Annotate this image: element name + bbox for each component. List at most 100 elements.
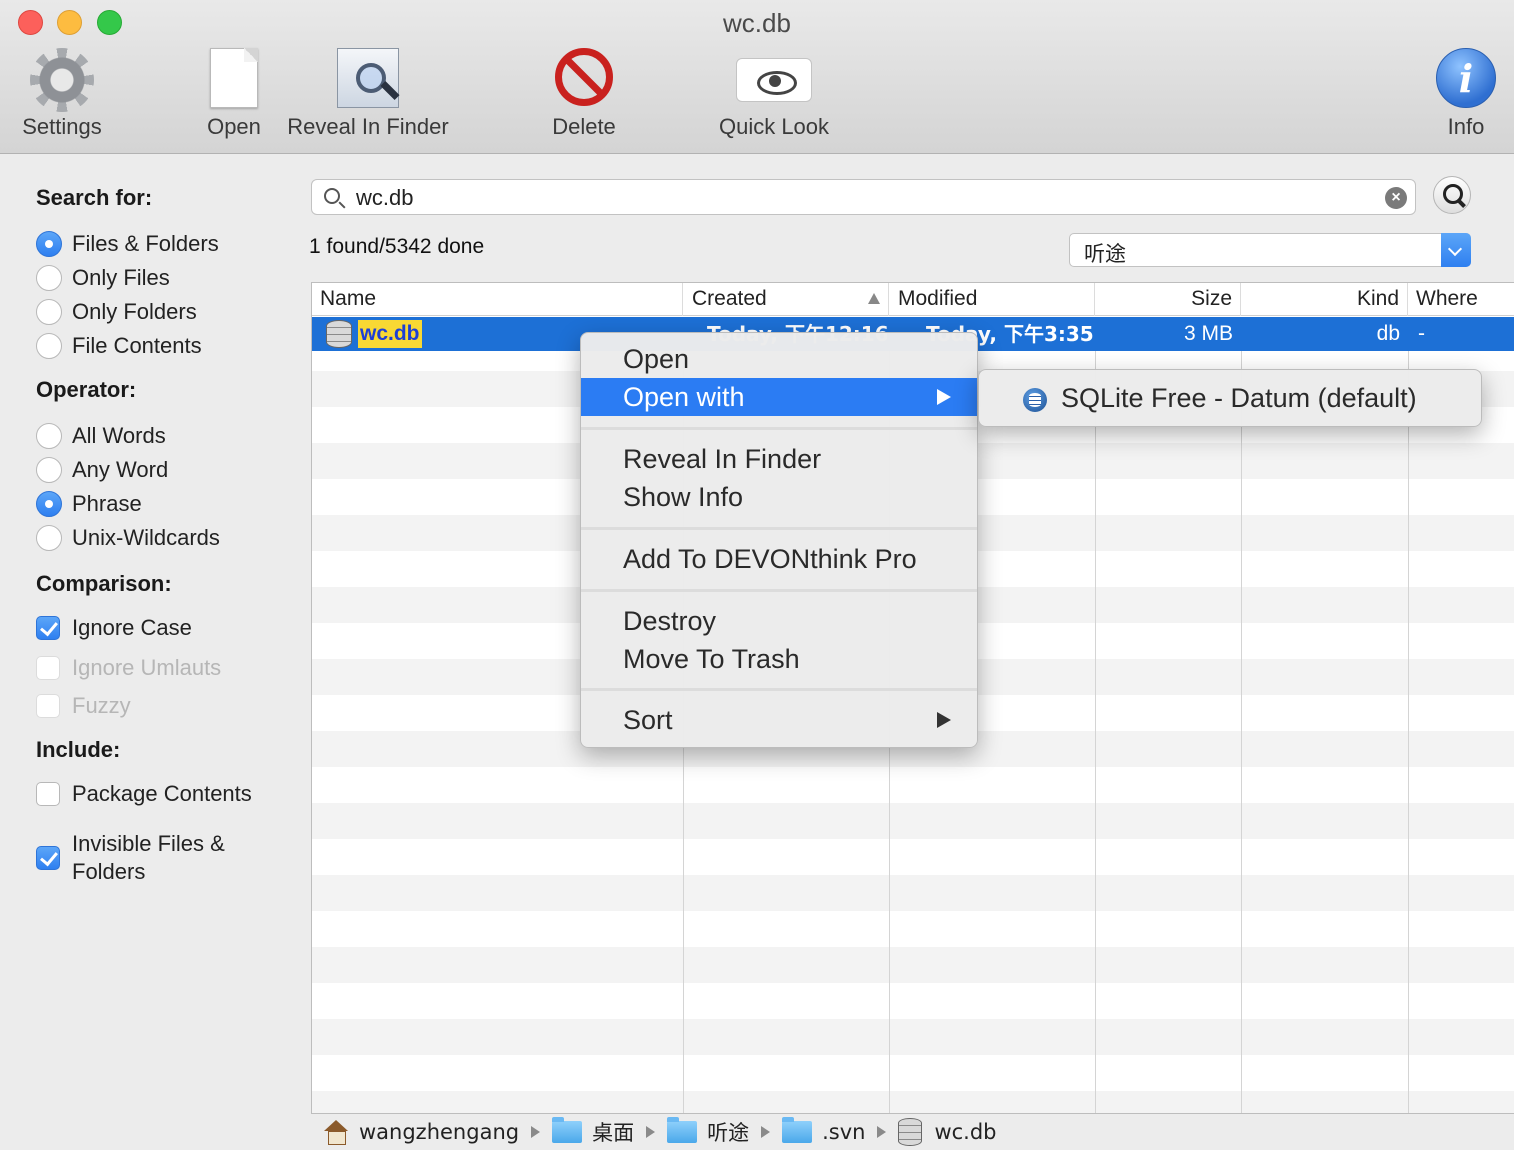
radio-button[interactable]	[36, 423, 62, 449]
column-header-name[interactable]: Name	[312, 283, 683, 316]
column-divider	[1095, 317, 1096, 1113]
radio-button[interactable]	[36, 525, 62, 551]
column-header-created[interactable]: Created	[683, 283, 889, 316]
context-menu: Open Open with Reveal In Finder Show Inf…	[580, 332, 978, 748]
info-icon: i	[1436, 48, 1496, 108]
menu-item-destroy[interactable]: Destroy	[581, 602, 977, 640]
path-separator-icon	[646, 1126, 656, 1138]
quicklook-label: Quick Look	[718, 114, 830, 139]
document-icon	[210, 48, 258, 108]
reveal-in-finder-button[interactable]: Reveal In Finder	[280, 44, 456, 144]
option-label: Only Folders	[72, 299, 197, 324]
database-file-icon	[326, 320, 352, 348]
window-title: wc.db	[723, 8, 791, 38]
path-item-desktop[interactable]: 桌面	[552, 1117, 634, 1147]
path-separator-icon	[877, 1126, 887, 1138]
checkbox-package-contents[interactable]: Package Contents	[36, 779, 252, 809]
open-label: Open	[207, 114, 261, 139]
menu-item-add-to-devonthink[interactable]: Add To DEVONthink Pro	[581, 540, 977, 578]
start-search-button[interactable]	[1433, 176, 1471, 214]
folder-icon	[782, 1117, 813, 1143]
search-icon	[324, 188, 340, 204]
row-stripe	[312, 1019, 1514, 1055]
row-stripe	[312, 947, 1514, 983]
search-input[interactable]	[356, 184, 1356, 212]
search-field[interactable]: ×	[311, 179, 1416, 215]
prohibited-icon	[555, 48, 613, 106]
cell-kind: db	[1376, 322, 1400, 345]
option-label: Fuzzy	[72, 693, 131, 718]
row-stripe	[312, 803, 1514, 839]
option-label: Package Contents	[72, 781, 252, 806]
path-separator-icon	[761, 1126, 771, 1138]
checkbox[interactable]	[36, 846, 60, 870]
cell-size: 3 MB	[1183, 322, 1233, 345]
reveal-label: Reveal In Finder	[287, 114, 449, 139]
column-header-where[interactable]: Where	[1408, 283, 1514, 316]
settings-button[interactable]: Settings	[10, 44, 114, 144]
chevron-down-icon[interactable]	[1441, 233, 1471, 267]
checkbox[interactable]	[36, 616, 60, 640]
radio-only-folders[interactable]: Only Folders	[36, 297, 197, 327]
gear-icon	[30, 48, 94, 112]
path-item-folder[interactable]: 听途	[667, 1117, 749, 1147]
radio-unix-wildcards[interactable]: Unix-Wildcards	[36, 523, 220, 553]
radio-files-folders[interactable]: Files & Folders	[36, 229, 219, 259]
radio-all-words[interactable]: All Words	[36, 421, 166, 451]
menu-item-show-info[interactable]: Show Info	[581, 478, 977, 516]
column-header-kind[interactable]: Kind	[1241, 283, 1408, 316]
column-header-size[interactable]: Size	[1095, 283, 1241, 316]
checkbox-ignore-umlauts: Ignore Umlauts	[36, 653, 221, 683]
clear-search-icon[interactable]: ×	[1385, 187, 1407, 209]
path-label: wangzhengang	[359, 1120, 520, 1144]
radio-phrase[interactable]: Phrase	[36, 489, 142, 519]
info-label: Info	[1447, 114, 1485, 139]
path-item-home[interactable]: wangzhengang	[323, 1120, 520, 1145]
checkbox[interactable]	[36, 782, 60, 806]
include-heading: Include:	[36, 737, 121, 762]
location-value: 听途	[1084, 242, 1126, 266]
radio-button[interactable]	[36, 265, 62, 291]
path-label: .svn	[822, 1120, 866, 1144]
column-header-created-label: Created	[692, 287, 767, 310]
column-header-modified[interactable]: Modified	[889, 283, 1095, 316]
info-button[interactable]: i Info	[1426, 44, 1506, 144]
location-select[interactable]: 听途	[1069, 233, 1471, 267]
radio-button[interactable]	[36, 491, 62, 517]
menu-item-open[interactable]: Open	[581, 340, 977, 378]
radio-button[interactable]	[36, 299, 62, 325]
menu-item-open-with[interactable]: Open with	[581, 378, 977, 416]
menu-item-label: SQLite Free - Datum (default)	[1061, 383, 1417, 413]
checkbox-invisible-files[interactable]: Invisible Files & Folders	[36, 829, 276, 887]
menu-item-reveal-in-finder[interactable]: Reveal In Finder	[581, 440, 977, 478]
menu-item-label: Sort	[623, 705, 673, 735]
menu-item-sqlite-datum[interactable]: SQLite Free - Datum (default)	[979, 378, 1481, 418]
radio-only-files[interactable]: Only Files	[36, 263, 170, 293]
radio-button[interactable]	[36, 231, 62, 257]
folder-icon	[552, 1117, 583, 1143]
checkbox-fuzzy: Fuzzy	[36, 691, 131, 721]
radio-button[interactable]	[36, 333, 62, 359]
menu-separator	[581, 527, 977, 530]
quick-look-button[interactable]: Quick Look	[704, 44, 844, 144]
delete-button[interactable]: Delete	[536, 44, 632, 144]
menu-separator	[581, 589, 977, 592]
path-label: 听途	[707, 1121, 750, 1145]
checkbox	[36, 656, 60, 680]
menu-item-move-to-trash[interactable]: Move To Trash	[581, 640, 977, 678]
radio-any-word[interactable]: Any Word	[36, 455, 168, 485]
option-label: Phrase	[72, 491, 142, 516]
comparison-heading: Comparison:	[36, 571, 172, 596]
checkbox	[36, 694, 60, 718]
checkbox-ignore-case[interactable]: Ignore Case	[36, 613, 192, 643]
radio-file-contents[interactable]: File Contents	[36, 331, 202, 361]
option-label: Invisible Files & Folders	[72, 831, 225, 884]
menu-item-sort[interactable]: Sort	[581, 701, 977, 739]
submenu-arrow-icon	[937, 712, 951, 728]
radio-button[interactable]	[36, 457, 62, 483]
open-button[interactable]: Open	[196, 44, 272, 144]
database-file-icon	[898, 1118, 923, 1146]
path-item-svn[interactable]: .svn	[782, 1117, 866, 1144]
operator-heading: Operator:	[36, 377, 137, 402]
path-item-file[interactable]: wc.db	[898, 1118, 997, 1146]
